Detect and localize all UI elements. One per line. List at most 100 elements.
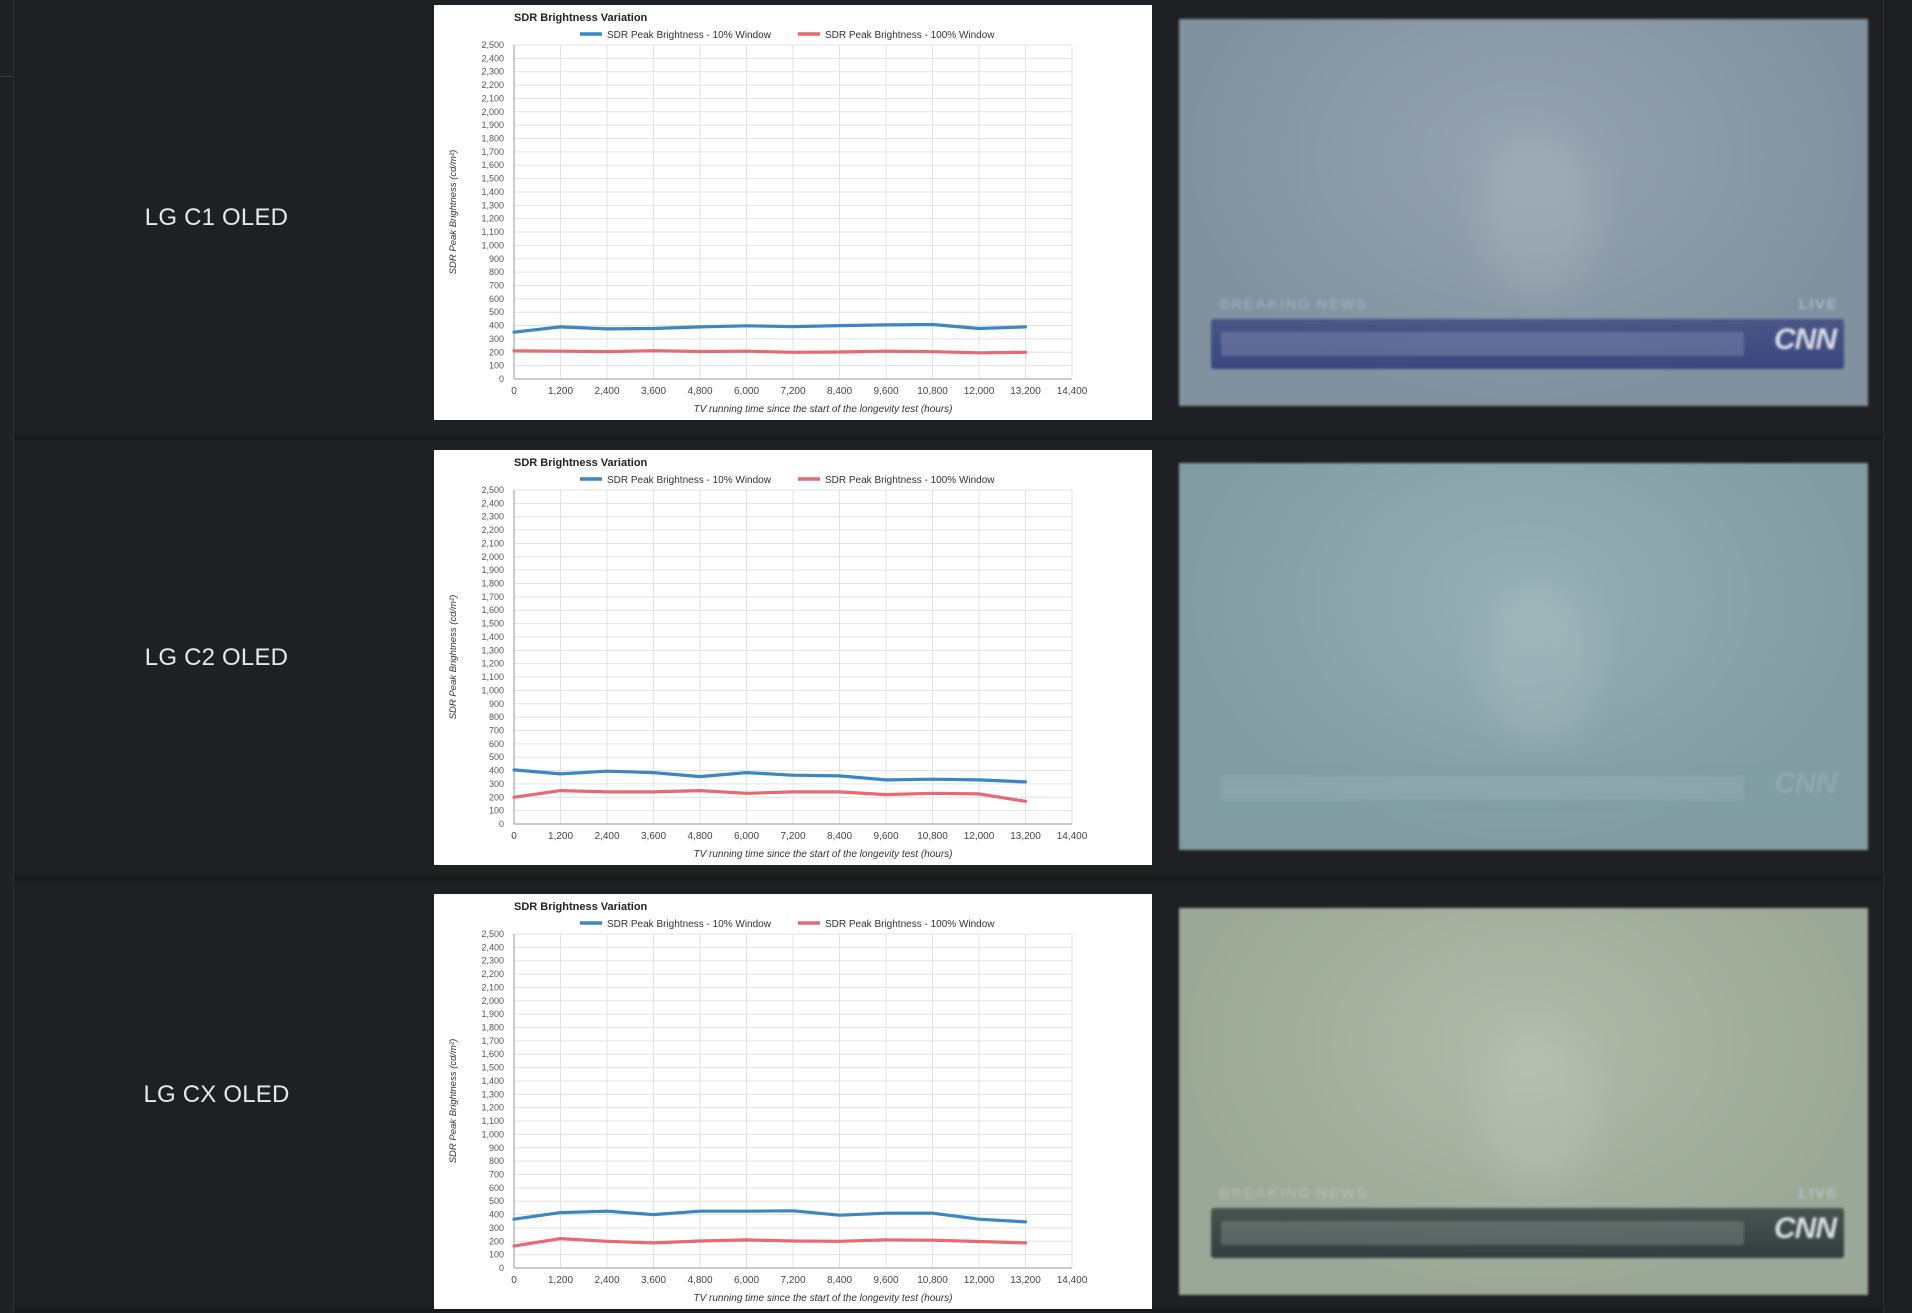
chart-svg: 0 100 200 300 400 500 600 700 800 900 1,000 1,100 1,… [448,457,1088,860]
y-tick-label: 300 [489,334,504,344]
legend-label: SDR Peak Brightness - 100% Window [825,30,995,41]
series-line [512,768,1028,784]
burn-in-photo: BREAKING NEWS LIVE CNN [1179,19,1868,406]
x-tick-label: 12,000 [964,386,995,397]
y-tick-label: 700 [489,1169,504,1179]
y-tick-label: 0 [499,374,504,384]
y-tick-label: 2,100 [481,538,504,548]
x-tick-label: 3,600 [641,831,666,842]
y-axis-label: SDR Peak Brightness (cd/m²) [448,1039,459,1164]
y-tick-label: 100 [489,806,504,816]
y-tick-label: 1,900 [481,1009,504,1019]
x-tick-label: 4,800 [687,831,712,842]
series-line [512,349,1028,355]
x-tick-label: 12,000 [964,831,995,842]
y-tick-label: 400 [489,1210,504,1220]
y-tick-label: 2,000 [481,552,504,562]
x-axis-label: TV running time since the start of the l… [693,849,952,860]
y-tick-label: 0 [499,819,504,829]
ticker-strip [1221,332,1744,356]
y-tick-label: 2,000 [481,996,504,1006]
y-tick-label: 1,600 [481,1049,504,1059]
x-tick-label: 6,000 [734,831,759,842]
y-tick-label: 600 [489,739,504,749]
y-tick-label: 1,300 [481,1089,504,1099]
y-tick-label: 700 [489,725,504,735]
y-tick-label: 1,800 [481,1023,504,1033]
model-name: LG CX OLED [143,1081,290,1108]
y-tick-label: 1,700 [481,147,504,157]
x-tick-label: 1,200 [548,386,573,397]
x-tick-label: 13,200 [1010,386,1041,397]
y-tick-label: 500 [489,307,504,317]
y-tick-label: 1,400 [481,1076,504,1086]
cnn-logo: CNN [1774,323,1837,356]
y-tick-label: 1,500 [481,619,504,629]
chart-svg: 0 100 200 300 400 500 600 700 800 900 1,000 1,100 1,… [448,901,1088,1304]
y-tick-label: 2,500 [481,485,504,495]
y-tick-label: 1,800 [481,134,504,144]
y-tick-label: 1,900 [481,120,504,130]
y-tick-label: 1,700 [481,1036,504,1046]
legend-label: SDR Peak Brightness - 10% Window [607,919,772,930]
breaking-news-text: BREAKING NEWS [1219,1185,1368,1202]
live-badge: LIVE [1798,1185,1838,1202]
y-tick-label: 600 [489,294,504,304]
y-tick-label: 1,000 [481,1129,504,1139]
screen-glow [1479,583,1599,743]
news-ticker: CNN [1211,763,1844,813]
burn-in-photo: BREAKING NEWS LIVE CNN [1179,908,1868,1295]
y-tick-label: 300 [489,779,504,789]
y-tick-label: 1,000 [481,685,504,695]
chart-title: SDR Brightness Variation [514,12,648,24]
x-tick-label: 7,200 [780,386,805,397]
y-tick-label: 1,300 [481,645,504,655]
y-tick-label: 1,100 [481,672,504,682]
x-tick-label: 4,800 [687,386,712,397]
legend-label: SDR Peak Brightness - 100% Window [825,919,995,930]
x-tick-label: 7,200 [780,1275,805,1286]
y-tick-label: 1,500 [481,1063,504,1073]
brightness-chart: 0 100 200 300 400 500 600 700 800 900 1,000 1,100 1,… [434,5,1152,420]
y-tick-label: 800 [489,712,504,722]
y-tick-label: 1,000 [481,240,504,250]
news-ticker: CNN [1211,1208,1844,1258]
y-tick-label: 900 [489,1143,504,1153]
legend-label: SDR Peak Brightness - 10% Window [607,475,772,486]
y-tick-label: 600 [489,1183,504,1193]
x-tick-label: 0 [511,1275,517,1286]
x-tick-label: 4,800 [687,1275,712,1286]
y-tick-label: 1,700 [481,592,504,602]
table-row: LG C1 OLED 0 100 200 300 400 500 600 700 800 900 1… [14,0,1882,440]
table-row: LG C2 OLED 0 100 200 300 400 500 600 700 800 900 1… [14,440,1882,880]
breaking-news-text: BREAKING NEWS [1219,296,1368,313]
y-tick-label: 1,200 [481,214,504,224]
y-tick-label: 2,200 [481,80,504,90]
x-tick-label: 3,600 [641,386,666,397]
y-axis-label: SDR Peak Brightness (cd/m²) [448,150,459,275]
x-axis-label: TV running time since the start of the l… [693,404,952,415]
y-tick-label: 2,300 [481,956,504,966]
x-tick-label: 6,000 [734,386,759,397]
series-line [512,789,1028,803]
y-tick-label: 2,400 [481,498,504,508]
table-row: LG CX OLED 0 100 200 300 400 500 600 700 800 900 1… [14,882,1882,1313]
legend-label: SDR Peak Brightness - 10% Window [607,30,772,41]
y-tick-label: 1,600 [481,160,504,170]
y-tick-label: 2,500 [481,40,504,50]
y-tick-label: 200 [489,1236,504,1246]
x-tick-label: 8,400 [827,386,852,397]
screen-glow [1479,139,1599,299]
scrollbar-track[interactable] [1883,0,1912,1313]
x-tick-label: 12,000 [964,1275,995,1286]
model-name: LG C1 OLED [144,203,289,231]
y-axis-label: SDR Peak Brightness (cd/m²) [448,595,459,720]
ticker-strip [1221,1221,1744,1245]
y-tick-label: 2,300 [481,67,504,77]
chart-title: SDR Brightness Variation [514,901,648,913]
x-tick-label: 14,400 [1057,386,1088,397]
brightness-chart: 0 100 200 300 400 500 600 700 800 900 1,000 1,100 1,… [434,450,1152,865]
model-name: LG C2 OLED [144,643,289,671]
y-tick-label: 1,500 [481,174,504,184]
y-tick-label: 2,200 [481,969,504,979]
